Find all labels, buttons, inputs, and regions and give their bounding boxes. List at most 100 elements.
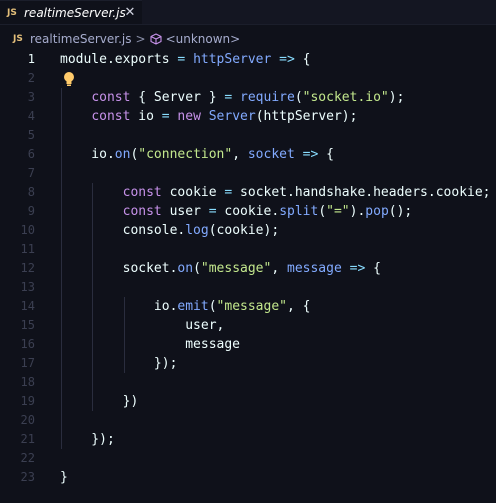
line-number: 2 xyxy=(27,71,35,85)
code-token: { Server } xyxy=(130,90,225,105)
line-number: 6 xyxy=(27,147,35,161)
line-number: 1 xyxy=(27,52,35,66)
code-line[interactable]: 8 const cookie = socket.handshake.header… xyxy=(0,183,496,202)
code-line[interactable]: 2 xyxy=(0,69,496,88)
code-token: message xyxy=(287,261,342,276)
code-token: const xyxy=(91,90,131,105)
code-line[interactable]: 4 const io = new Server(httpServer); xyxy=(0,107,496,126)
code-token: user xyxy=(161,204,209,219)
code-text: }) xyxy=(60,392,139,411)
code-text: module.exports = httpServer => { xyxy=(60,50,310,69)
line-number: 5 xyxy=(27,128,35,142)
line-number: 12 xyxy=(20,261,35,275)
code-line[interactable]: 21 }); xyxy=(0,430,496,449)
code-token: ); xyxy=(388,90,405,105)
code-token: pop xyxy=(365,204,389,219)
code-line[interactable]: 5 xyxy=(0,126,496,145)
code-line[interactable]: 1 module.exports = httpServer => { xyxy=(0,50,496,69)
breadcrumb-file[interactable]: realtimeServer.js xyxy=(30,32,132,46)
code-token: , xyxy=(271,261,287,276)
code-token: ( xyxy=(294,90,303,105)
code-token: , xyxy=(232,147,248,162)
line-number: 3 xyxy=(27,90,35,104)
code-token: => xyxy=(279,52,295,67)
code-line[interactable]: 15 user, xyxy=(0,316,496,335)
cube-icon xyxy=(150,33,162,45)
code-token: ( xyxy=(193,261,201,276)
code-token: cookie xyxy=(161,185,225,200)
code-token: }) xyxy=(60,394,139,409)
code-text: } xyxy=(60,468,68,487)
code-token: socket. xyxy=(60,261,178,276)
code-line[interactable]: 7 xyxy=(0,164,496,183)
line-number: 9 xyxy=(27,204,35,218)
code-line[interactable]: 17 }); xyxy=(0,354,496,373)
code-token: { xyxy=(294,52,311,67)
line-number: 23 xyxy=(20,470,35,484)
line-number: 11 xyxy=(20,242,35,256)
code-text: }); xyxy=(60,430,115,449)
code-token: split xyxy=(279,204,319,219)
code-token: httpServer xyxy=(193,52,272,67)
code-token: module.exports xyxy=(60,52,178,67)
code-line[interactable]: 12 socket.on("message", message => { xyxy=(0,259,496,278)
code-token: const xyxy=(122,204,162,219)
code-token: ( xyxy=(318,204,327,219)
line-number: 17 xyxy=(20,356,35,370)
code-line[interactable]: 10 console.log(cookie); xyxy=(0,221,496,240)
code-token: ). xyxy=(349,204,366,219)
code-line[interactable]: 18 xyxy=(0,373,496,392)
code-token: (cookie); xyxy=(208,223,280,238)
line-number: 10 xyxy=(20,223,35,237)
code-line[interactable]: 3 const { Server } = require("socket.io"… xyxy=(0,88,496,107)
tab-bar: JS realtimeServer.js ✕ xyxy=(0,0,496,25)
line-number: 4 xyxy=(27,109,35,123)
code-line[interactable]: 13 xyxy=(0,278,496,297)
code-token: emit xyxy=(177,299,209,314)
code-line[interactable]: 11 xyxy=(0,240,496,259)
code-line[interactable]: 9 const user = cookie.split("=").pop(); xyxy=(0,202,496,221)
code-line[interactable]: 23} xyxy=(0,468,496,487)
code-token: }); xyxy=(60,356,178,371)
code-text: }); xyxy=(60,354,178,373)
breadcrumb-symbol[interactable]: <unknown> xyxy=(166,32,241,46)
code-token: const xyxy=(122,185,162,200)
tab-realtimeserver[interactable]: JS realtimeServer.js ✕ xyxy=(0,0,142,24)
code-line[interactable]: 19 }) xyxy=(0,392,496,411)
line-number: 18 xyxy=(20,375,35,389)
code-text: socket.on("message", message => { xyxy=(60,259,381,278)
code-line[interactable]: 14 io.emit("message", { xyxy=(0,297,496,316)
code-token: on xyxy=(114,147,131,162)
line-number: 14 xyxy=(20,299,35,313)
code-token: (httpServer); xyxy=(255,109,358,124)
code-token: "connection" xyxy=(138,147,233,162)
code-token: = xyxy=(208,204,217,219)
code-token: io xyxy=(130,109,162,124)
code-token: , { xyxy=(287,299,311,314)
code-text: const { Server } = require("socket.io"); xyxy=(60,88,404,107)
code-token: on xyxy=(177,261,194,276)
code-line[interactable]: 20 xyxy=(0,411,496,430)
code-line[interactable]: 16 message xyxy=(0,335,496,354)
code-text: user, xyxy=(60,316,224,335)
code-text: message xyxy=(60,335,240,354)
code-token: io. xyxy=(60,147,115,162)
code-line[interactable]: 6 io.on("connection", socket => { xyxy=(0,145,496,164)
code-line[interactable]: 22 xyxy=(0,449,496,468)
line-number: 21 xyxy=(20,432,35,446)
code-token: message xyxy=(60,337,241,352)
line-number: 15 xyxy=(20,318,35,332)
close-icon[interactable]: ✕ xyxy=(123,5,137,20)
line-number: 22 xyxy=(20,451,35,465)
code-token: Server xyxy=(208,109,256,124)
code-token: user, xyxy=(60,318,225,333)
code-text: const user = cookie.split("=").pop(); xyxy=(60,202,413,221)
js-file-icon: JS xyxy=(7,7,17,18)
code-token: => xyxy=(349,261,366,276)
